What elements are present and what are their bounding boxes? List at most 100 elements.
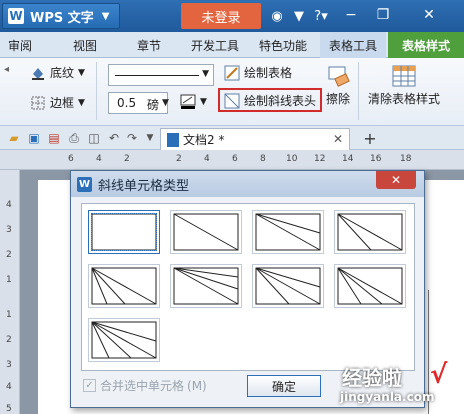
document-tab-name: 文档2 * [183,133,225,147]
tab-developer[interactable]: 开发工具 [184,32,246,58]
quick-access-toolbar: ▰ ▣ ▤ ⎙ ◫ ↶ ↷ ▼ 文档2 * ✕ + [0,126,464,150]
document-icon [167,132,179,147]
chevron-down-icon: ▼ [78,97,85,108]
app-menu-button[interactable]: W WPS 文字 ▼ [2,3,120,29]
diagonal-option-none[interactable] [88,210,160,254]
chevron-down-icon: ▼ [78,67,85,78]
border-grid-icon [30,95,46,111]
redo-icon[interactable]: ↷ [124,130,140,146]
close-icon[interactable]: ✕ [376,171,416,189]
vertical-ruler: 4 3 2 1 1 2 3 4 5 [0,170,20,414]
help-icon[interactable]: ? ▾ [312,7,330,25]
ruler-number: 2 [124,154,130,164]
ruler-number: 1 [6,310,12,320]
ruler-number: 2 [6,250,12,260]
wps-logo-icon: W [8,8,24,24]
ok-button[interactable]: 确定 [247,375,321,397]
border-button[interactable]: 边框 ▼ [30,94,85,111]
clear-table-style-label: 清除表格样式 [368,92,441,106]
merge-cells-option[interactable]: ✓ 合并选中单元格 (M) [83,377,207,394]
document-tab[interactable]: 文档2 * ✕ [160,128,350,150]
chevron-down-icon: ▼ [202,69,209,79]
restore-icon[interactable]: ❐ [372,6,394,24]
ruler-number: 5 [6,404,12,414]
diagonal-option-single[interactable] [170,210,242,254]
diagonal-option-three-d[interactable] [334,264,406,308]
ruler-number: 10 [286,154,298,164]
skin-icon[interactable]: ◉ [268,7,286,25]
merge-cells-label: 合并选中单元格 [100,379,185,393]
diagonal-option-two-bottom[interactable] [334,210,406,254]
pen-color-button[interactable]: ▼ [180,94,207,110]
shading-button[interactable]: 底纹 ▼ [30,64,85,81]
ruler-number: 2 [6,335,12,345]
ruler-number: 2 [176,154,182,164]
print-icon[interactable]: ⎙ [66,130,82,146]
draw-table-label: 绘制表格 [244,66,293,80]
divider [358,62,359,120]
chevron-down-icon: ▼ [200,97,207,107]
diagonal-options-grid [81,203,415,371]
chevron-down-icon: ▼ [101,10,110,22]
ruler-number: 8 [260,154,266,164]
line-style-select[interactable]: ▼ [108,64,214,86]
table-style-icon [391,64,417,90]
tab-view[interactable]: 视图 [60,32,110,58]
diagonal-option-two-right[interactable] [252,210,324,254]
diagonal-option-three-a[interactable] [88,264,160,308]
help-label: ? [314,8,322,24]
ruler-number: 3 [6,360,12,370]
close-icon[interactable]: ✕ [418,6,440,24]
undo-icon[interactable]: ↶ [106,130,122,146]
divider [96,62,97,120]
draw-table-button[interactable]: 绘制表格 [224,64,292,81]
shading-label: 底纹 [50,66,75,80]
ruler-number: 4 [6,200,12,210]
ruler-number: 4 [96,154,102,164]
dialog-title-bar[interactable]: W 斜线单元格类型 ✕ [71,171,424,197]
login-button[interactable]: 未登录 [181,3,261,29]
border-label: 边框 [50,96,75,110]
ruler-number: 4 [6,382,12,392]
line-width-value: 0.5 [117,96,137,110]
watermark: 经验啦 √ jingyanla.com [330,360,464,414]
tab-features[interactable]: 特色功能 [252,32,314,58]
ruler-number: 6 [232,154,238,164]
preview-icon[interactable]: ◫ [86,130,102,146]
line-width-select[interactable]: 0.5 磅 [108,92,168,114]
tab-table-style[interactable]: 表格样式 [388,32,464,58]
tab-chapter[interactable]: 章节 [124,32,174,58]
merge-cells-checkbox[interactable]: ✓ [83,379,96,392]
horizontal-ruler: 6 4 2 2 4 6 8 10 12 14 16 18 [0,150,464,170]
highlight-box [218,88,322,112]
ribbon-tabs: 审阅 视图 章节 开发工具 特色功能 表格工具 表格样式 [0,32,464,58]
tab-review[interactable]: 审阅 [0,32,40,58]
eraser-icon [326,64,350,90]
new-tab-icon[interactable]: + [362,129,378,148]
clear-table-style-button[interactable]: 清除表格样式 [368,64,440,107]
ruler-number: 12 [314,154,326,164]
diagonal-option-three-c[interactable] [252,264,324,308]
ruler-number: 14 [342,154,354,164]
diagonal-option-four[interactable] [88,318,160,362]
wps-logo-icon: W [77,176,92,192]
merge-cells-shortcut: (M) [187,378,207,393]
tab-table-tools[interactable]: 表格工具 [320,32,386,58]
diagonal-option-three-b[interactable] [170,264,242,308]
erase-button[interactable]: 擦除 [326,64,350,107]
ruler-number: 18 [400,154,412,164]
chevron-down-icon[interactable]: ▼ [142,130,158,146]
open-folder-icon[interactable]: ▰ [6,130,22,146]
pdf-icon[interactable]: ▤ [46,130,62,146]
minimize-icon[interactable]: − [340,6,362,24]
ribbon-scroll-left-icon[interactable]: ◂ [4,64,9,75]
ruler-number: 3 [6,225,12,235]
ruler-number: 1 [6,275,12,285]
watermark-url: jingyanla.com [340,390,435,404]
pen-color-icon [180,94,196,110]
shirt-icon[interactable]: ▼ [290,7,308,25]
pencil-icon [224,65,240,81]
save-icon[interactable]: ▣ [26,130,42,146]
close-icon[interactable]: ✕ [333,132,343,146]
chevron-down-icon[interactable]: ▼ [162,98,169,108]
